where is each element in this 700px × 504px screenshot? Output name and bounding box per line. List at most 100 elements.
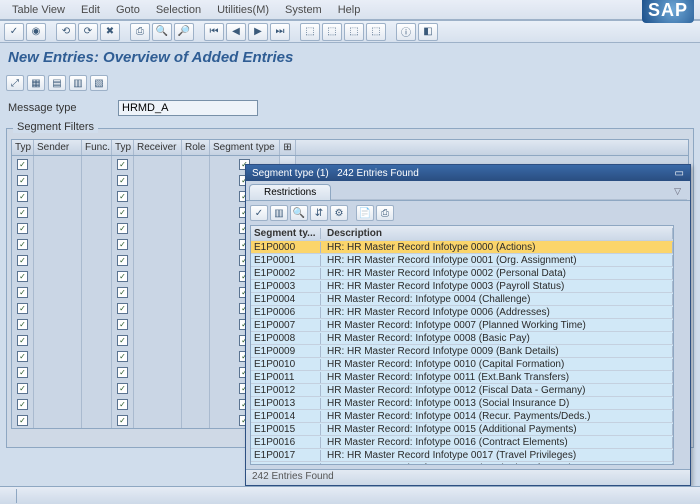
- popup-filter-icon[interactable]: ▥: [270, 205, 288, 221]
- checkbox-icon[interactable]: ✓: [117, 415, 128, 426]
- col-typ2[interactable]: Typ: [112, 140, 134, 155]
- checkbox-icon[interactable]: ✓: [117, 207, 128, 218]
- menu-system[interactable]: System: [277, 2, 330, 18]
- filter-cell[interactable]: ✓: [112, 236, 134, 252]
- filter-cell[interactable]: [34, 380, 82, 396]
- cancel-icon[interactable]: ✖: [100, 23, 120, 41]
- menu-utilitiesm[interactable]: Utilities(M): [209, 2, 277, 18]
- filter-cell[interactable]: [182, 396, 210, 412]
- message-type-input[interactable]: [118, 100, 258, 116]
- popup-row[interactable]: E1P0006HR: HR Master Record Infotype 000…: [251, 306, 673, 319]
- popup-row[interactable]: E1P0017HR: HR Master Record Infotype 001…: [251, 449, 673, 462]
- filter-cell[interactable]: [182, 220, 210, 236]
- filter-cell[interactable]: [82, 268, 112, 284]
- filter-cell[interactable]: ✓: [12, 252, 34, 268]
- filter-cell[interactable]: ✓: [12, 172, 34, 188]
- copy-icon[interactable]: ▧: [90, 75, 108, 91]
- prev-icon[interactable]: ◀: [226, 23, 246, 41]
- checkbox-icon[interactable]: ✓: [117, 351, 128, 362]
- filter-cell[interactable]: [134, 268, 182, 284]
- popup-row[interactable]: E1P0019HR Master Record: Infotype 0019 (…: [251, 462, 673, 465]
- filter-cell[interactable]: [134, 316, 182, 332]
- checkbox-icon[interactable]: ✓: [117, 239, 128, 250]
- checkbox-icon[interactable]: ✓: [17, 175, 28, 186]
- back-icon[interactable]: ⟲: [56, 23, 76, 41]
- filter-cell[interactable]: ✓: [12, 316, 34, 332]
- filter-cell[interactable]: [34, 396, 82, 412]
- popup-print-icon[interactable]: ⎙: [376, 205, 394, 221]
- filter-cell[interactable]: ✓: [12, 268, 34, 284]
- filter-cell[interactable]: [82, 252, 112, 268]
- checkbox-icon[interactable]: ✓: [17, 239, 28, 250]
- popup-row[interactable]: E1P0009HR: HR Master Record Infotype 000…: [251, 345, 673, 358]
- filter-cell[interactable]: [34, 412, 82, 428]
- filter-cell[interactable]: [82, 284, 112, 300]
- checkbox-icon[interactable]: ✓: [17, 191, 28, 202]
- next-icon[interactable]: ▶: [248, 23, 268, 41]
- popup-sort-icon[interactable]: ⇵: [310, 205, 328, 221]
- popup-row[interactable]: E1P0004HR Master Record: Infotype 0004 (…: [251, 293, 673, 306]
- print-icon[interactable]: ⎙: [130, 23, 150, 41]
- filter-cell[interactable]: [82, 316, 112, 332]
- checkbox-icon[interactable]: ✓: [17, 383, 28, 394]
- filter-cell[interactable]: [182, 204, 210, 220]
- filter-cell[interactable]: [182, 188, 210, 204]
- filter-cell[interactable]: [134, 204, 182, 220]
- filter-cell[interactable]: [82, 188, 112, 204]
- checkbox-icon[interactable]: ✓: [17, 255, 28, 266]
- col-role[interactable]: Role: [182, 140, 210, 155]
- filter-cell[interactable]: [182, 316, 210, 332]
- popup-find-icon[interactable]: 🔍: [290, 205, 308, 221]
- popup-col-segment[interactable]: Segment ty...: [251, 228, 321, 239]
- filter-cell[interactable]: [34, 364, 82, 380]
- checkbox-icon[interactable]: ✓: [117, 319, 128, 330]
- tb-misc2-icon[interactable]: ⬚: [322, 23, 342, 41]
- filter-cell[interactable]: [134, 348, 182, 364]
- filter-cell[interactable]: [134, 156, 182, 172]
- checkbox-icon[interactable]: ✓: [17, 287, 28, 298]
- popup-settings-icon[interactable]: ⚙: [330, 205, 348, 221]
- filter-cell[interactable]: [34, 236, 82, 252]
- filter-cell[interactable]: [82, 332, 112, 348]
- filter-cell[interactable]: [182, 380, 210, 396]
- filter-cell[interactable]: [182, 348, 210, 364]
- customize-icon[interactable]: ◧: [418, 23, 438, 41]
- filter-cell[interactable]: ✓: [12, 220, 34, 236]
- tab-restrictions[interactable]: Restrictions: [249, 184, 331, 200]
- checkbox-icon[interactable]: ✓: [17, 415, 28, 426]
- filter-cell[interactable]: ✓: [112, 412, 134, 428]
- filter-cell[interactable]: [82, 172, 112, 188]
- filter-cell[interactable]: [34, 316, 82, 332]
- checkbox-icon[interactable]: ✓: [117, 159, 128, 170]
- filter-cell[interactable]: [34, 268, 82, 284]
- filter-cell[interactable]: [134, 300, 182, 316]
- checkbox-icon[interactable]: ✓: [17, 207, 28, 218]
- filter-cell[interactable]: [82, 236, 112, 252]
- filter-cell[interactable]: [82, 348, 112, 364]
- first-icon[interactable]: ⏮: [204, 23, 224, 41]
- popup-doc-icon[interactable]: 📄: [356, 205, 374, 221]
- filter-cell[interactable]: ✓: [12, 284, 34, 300]
- filter-cell[interactable]: [134, 220, 182, 236]
- accept-icon[interactable]: ✓: [250, 205, 268, 221]
- filter-cell[interactable]: [82, 364, 112, 380]
- tabstrip-overflow-icon[interactable]: ▽: [331, 184, 687, 200]
- col-segment[interactable]: Segment type: [210, 140, 280, 155]
- filter-cell[interactable]: ✓: [112, 348, 134, 364]
- filter-cell[interactable]: ✓: [12, 300, 34, 316]
- help-icon[interactable]: ⓘ: [396, 23, 416, 41]
- filter-cell[interactable]: [82, 396, 112, 412]
- deselectall-icon[interactable]: ▤: [48, 75, 66, 91]
- filter-cell[interactable]: [182, 412, 210, 428]
- tb-misc4-icon[interactable]: ⬚: [366, 23, 386, 41]
- filter-cell[interactable]: [134, 396, 182, 412]
- filter-cell[interactable]: [134, 284, 182, 300]
- tb-misc1-icon[interactable]: ⬚: [300, 23, 320, 41]
- filter-cell[interactable]: [82, 220, 112, 236]
- checkbox-icon[interactable]: ✓: [17, 159, 28, 170]
- col-func[interactable]: Func.: [82, 140, 112, 155]
- filter-cell[interactable]: ✓: [12, 380, 34, 396]
- filter-cell[interactable]: [182, 364, 210, 380]
- filter-cell[interactable]: ✓: [112, 172, 134, 188]
- checkbox-icon[interactable]: ✓: [117, 223, 128, 234]
